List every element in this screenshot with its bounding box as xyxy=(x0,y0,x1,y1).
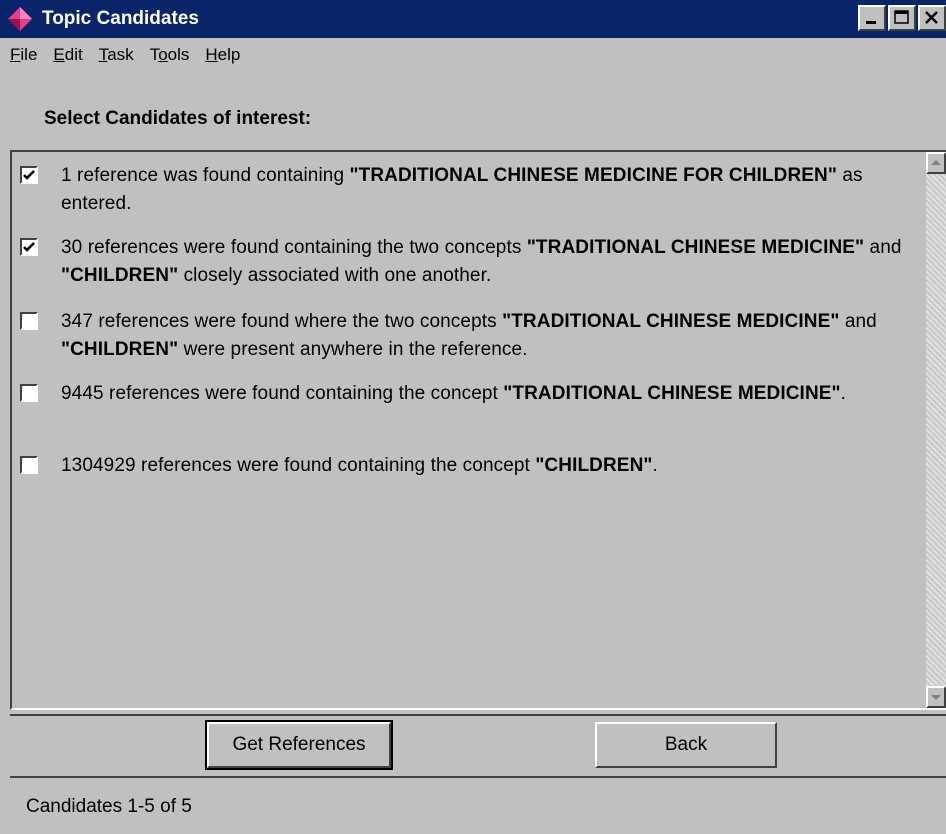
concept-term: "TRADITIONAL CHINESE MEDICINE" xyxy=(502,311,840,332)
candidate-text: 347 references were found where the two … xyxy=(61,308,922,364)
candidate-checkbox[interactable] xyxy=(20,238,38,256)
status-text: Candidates 1-5 of 5 xyxy=(26,796,192,817)
concept-term: "CHILDREN" xyxy=(61,265,179,286)
candidate-text-segment: 1304929 references were found containing… xyxy=(61,455,536,476)
menu-bar: File Edit Task Tools Help xyxy=(0,40,946,70)
back-button[interactable]: Back xyxy=(595,722,777,768)
checkmark-icon xyxy=(23,170,35,180)
menu-tools[interactable]: Tools xyxy=(148,43,192,67)
minimize-button[interactable] xyxy=(858,5,886,31)
page-heading: Select Candidates of interest: xyxy=(44,108,312,129)
menu-file[interactable]: File xyxy=(8,43,39,67)
candidate-checkbox[interactable] xyxy=(20,384,38,402)
candidate-text-segment: and xyxy=(839,311,877,332)
get-references-button[interactable]: Get References xyxy=(205,720,393,770)
candidate-text-segment: 1 reference was found containing xyxy=(61,165,350,186)
arrow-up-icon xyxy=(931,160,941,165)
status-bar: Candidates 1-5 of 5 xyxy=(10,776,946,834)
concept-term: "TRADITIONAL CHINESE MEDICINE FOR CHILDR… xyxy=(349,165,837,186)
candidate-text: 30 references were found containing the … xyxy=(61,234,922,290)
candidates-list: 1 reference was found containing "TRADIT… xyxy=(10,150,946,710)
candidate-text-segment: and xyxy=(864,237,902,258)
candidate-checkbox[interactable] xyxy=(20,312,38,330)
concept-term: "CHILDREN" xyxy=(535,455,653,476)
minimize-icon xyxy=(866,21,876,24)
candidate-checkbox[interactable] xyxy=(20,456,38,474)
candidate-text-segment: 30 references were found containing the … xyxy=(61,237,527,258)
maximize-icon xyxy=(894,10,909,24)
candidate-text-segment: . xyxy=(652,455,658,476)
candidate-text-segment: 347 references were found where the two … xyxy=(61,311,503,332)
button-bar: Get References Back xyxy=(10,714,946,776)
concept-term: "TRADITIONAL CHINESE MEDICINE" xyxy=(503,383,841,404)
candidate-text-segment: 9445 references were found containing th… xyxy=(61,383,504,404)
candidate-text-segment: closely associated with one another. xyxy=(178,265,492,286)
candidate-text: 1 reference was found containing "TRADIT… xyxy=(61,162,922,218)
close-icon xyxy=(925,11,938,24)
candidate-text: 1304929 references were found containing… xyxy=(61,452,922,480)
checkmark-icon xyxy=(23,242,35,252)
concept-term: "TRADITIONAL CHINESE MEDICINE" xyxy=(526,237,865,258)
candidate-text-segment: . xyxy=(840,383,847,404)
maximize-button[interactable] xyxy=(888,5,916,31)
vertical-scrollbar[interactable] xyxy=(926,152,946,708)
menu-task[interactable]: Task xyxy=(97,43,136,67)
scroll-down-button[interactable] xyxy=(926,686,946,708)
diamond-app-icon xyxy=(8,7,32,31)
window-title: Topic Candidates xyxy=(42,8,199,29)
concept-term: "CHILDREN" xyxy=(61,339,179,360)
close-button[interactable] xyxy=(918,5,946,31)
title-bar[interactable]: Topic Candidates xyxy=(0,0,946,38)
candidate-text: 9445 references were found containing th… xyxy=(61,380,922,408)
menu-help[interactable]: Help xyxy=(203,43,242,67)
arrow-down-icon xyxy=(931,695,941,700)
candidate-checkbox[interactable] xyxy=(20,166,38,184)
scroll-up-button[interactable] xyxy=(926,152,946,174)
menu-edit[interactable]: Edit xyxy=(51,43,84,67)
candidate-text-segment: were present anywhere in the reference. xyxy=(178,339,528,360)
